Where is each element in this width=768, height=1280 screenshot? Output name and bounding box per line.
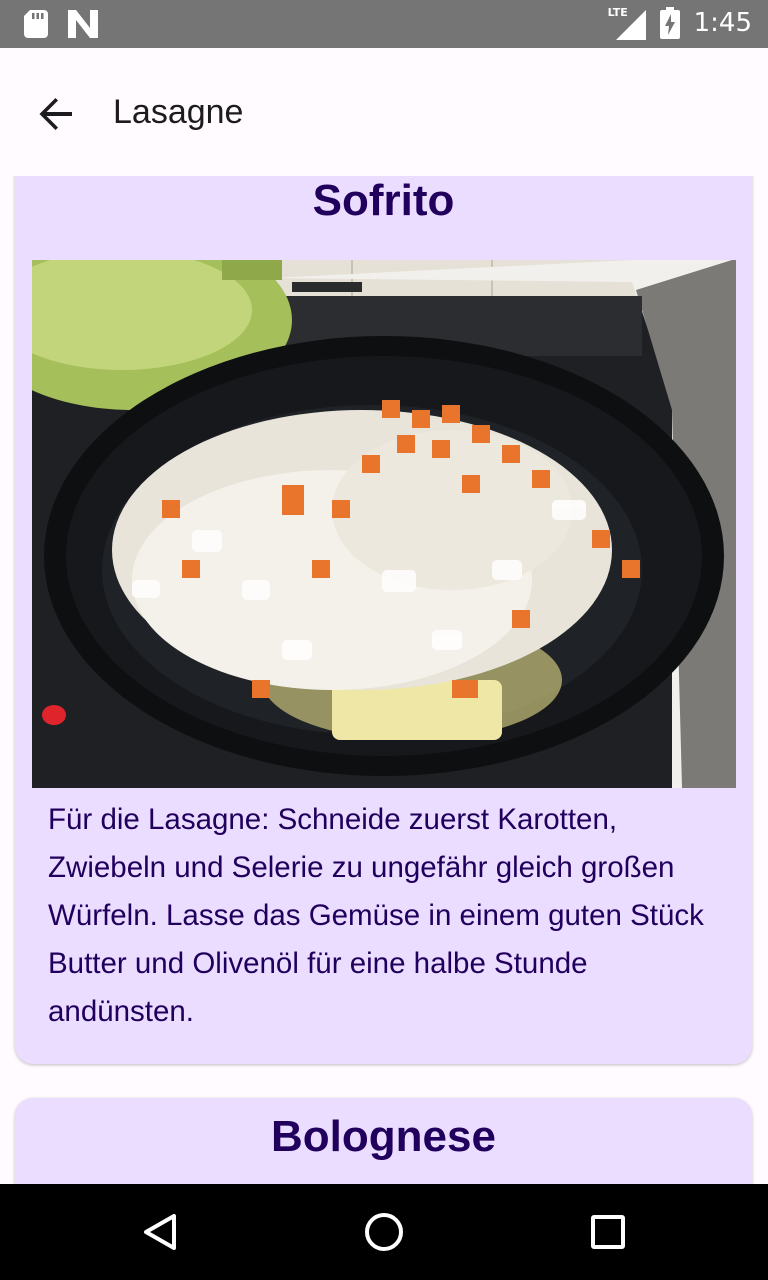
clock: 1:45 (693, 8, 752, 38)
recipe-steps-list[interactable]: Sofrito Für die Lasagne: Schneide zuerst… (0, 176, 768, 1184)
status-left-icons (24, 10, 98, 38)
sd-card-icon (24, 10, 48, 38)
back-button[interactable] (30, 88, 82, 140)
nav-home-button[interactable] (360, 1208, 408, 1256)
page-title: Lasagne (113, 93, 244, 131)
recents-square-icon (591, 1215, 625, 1249)
step-description: Für die Lasagne: Schneide zuerst Karotte… (48, 803, 704, 1028)
step-title: Bolognese (271, 1112, 496, 1161)
nav-recents-button[interactable] (584, 1208, 632, 1256)
system-nav-bar (0, 1184, 768, 1280)
step-card: Sofrito Für die Lasagne: Schneide zuerst… (15, 176, 752, 1064)
battery-charging-icon (659, 7, 680, 39)
status-bar: LTE 1:45 (0, 0, 768, 48)
n-notification-icon (68, 10, 98, 38)
arrow-back-icon (39, 98, 72, 130)
step-card: Bolognese (15, 1098, 752, 1184)
step-title: Sofrito (312, 176, 455, 225)
pan-with-vegetables-image (32, 260, 736, 788)
step-photo (32, 260, 736, 788)
nav-back-button[interactable] (136, 1208, 184, 1256)
lte-signal-icon: LTE (608, 6, 646, 40)
status-right-icons: LTE 1:45 (608, 6, 752, 40)
back-triangle-icon (144, 1214, 176, 1250)
home-circle-icon (365, 1213, 403, 1251)
app-bar: Lasagne (0, 48, 768, 176)
